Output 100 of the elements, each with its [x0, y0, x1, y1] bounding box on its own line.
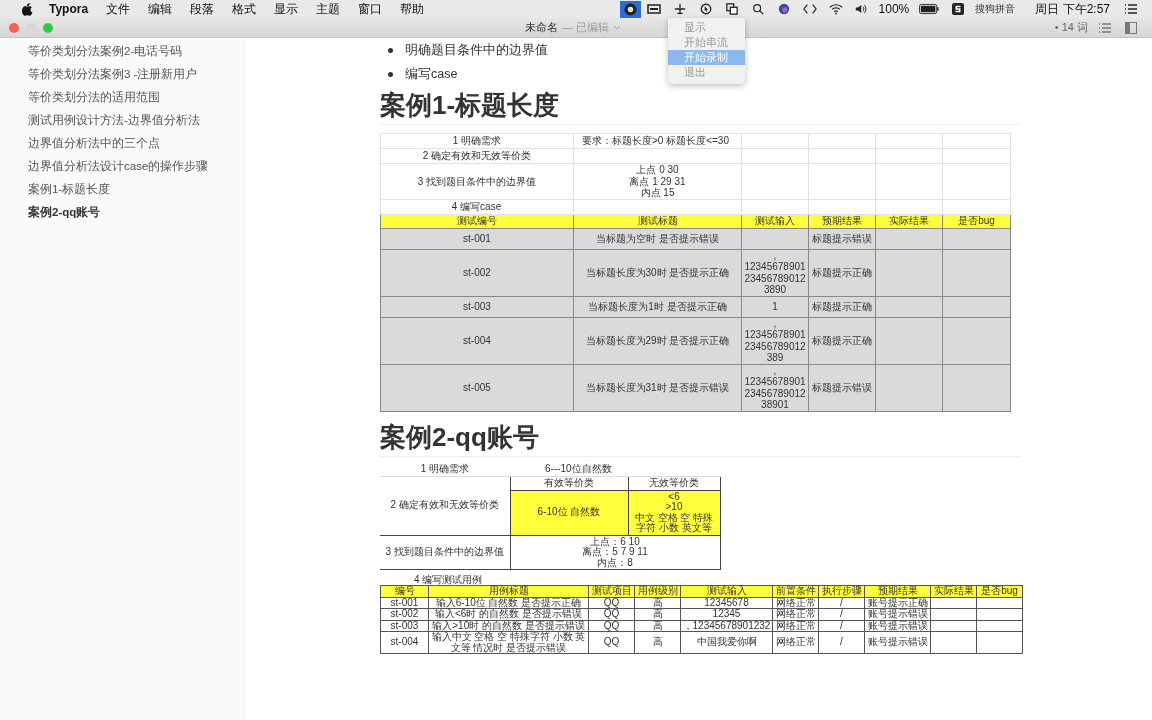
- cursor-circle-icon[interactable]: [698, 3, 713, 15]
- table-cell: 账号提示正确: [864, 597, 931, 609]
- table-cell: QQ: [588, 597, 635, 609]
- table-cell: 要求：标题长度>0 标题长度<=30: [573, 133, 742, 149]
- outline-item[interactable]: 测试用例设计方法-边界值分析法: [0, 109, 244, 132]
- siri-icon[interactable]: [776, 3, 791, 15]
- table-cell: 输入中文 空格 空 特殊字符 小数 英文等 情况时 是否提示错误: [428, 631, 589, 654]
- table-cell: 上点 0 30 离点 1 29 31 内点 15: [573, 163, 742, 199]
- table-cell: 高: [634, 597, 681, 609]
- volume-icon[interactable]: [854, 3, 869, 15]
- table-cell: 当标题长度为29时 是否提示正确: [573, 317, 742, 364]
- table-cell: 6---10位自然数: [510, 462, 720, 476]
- display-icon[interactable]: [646, 3, 661, 15]
- table-cell: 标题提示错误: [808, 364, 876, 411]
- table-cell: st-003: [380, 296, 574, 317]
- heading: 案例2-qq账号: [380, 421, 1020, 457]
- table-cell: 2 确定有效和无效等价类: [380, 148, 574, 164]
- table-cell: 高: [634, 608, 681, 620]
- table-cell: 网络正常: [772, 608, 819, 620]
- code-icon[interactable]: [802, 3, 817, 15]
- table-cell: /: [818, 631, 865, 654]
- table-header-cell: 无效等价类: [628, 476, 720, 490]
- table-header-cell: 执行步骤: [818, 585, 865, 597]
- menu-item[interactable]: 主题: [316, 0, 341, 18]
- outline-item[interactable]: 等价类划分法案例3 -注册新用户: [0, 63, 244, 86]
- table-cell: /: [818, 620, 865, 632]
- table-header-cell: 用例标题: [428, 585, 589, 597]
- table-cell: 账号提示错误: [864, 620, 931, 632]
- table-cell: 高: [634, 620, 681, 632]
- outline-item[interactable]: 边界值分析法中的三个点: [0, 132, 244, 155]
- table-cell: 网络正常: [772, 597, 819, 609]
- outline-item[interactable]: 等价类划分法案例2-电话号码: [0, 40, 244, 63]
- table-cell: st-004: [380, 317, 574, 364]
- table-header-cell: 有效等价类: [510, 476, 628, 490]
- table-cell: /: [818, 597, 865, 609]
- table-cell: 网络正常: [772, 631, 819, 654]
- search-icon[interactable]: [750, 3, 765, 15]
- window-title: 未命名: [525, 20, 558, 35]
- table-cell: st-002: [380, 249, 574, 296]
- table-cell: 当标题长度为31时 是否提示错误: [573, 364, 742, 411]
- table-cell: <6 >10 中文 空格 空 特殊字符 小数 英文等: [628, 490, 720, 535]
- table-cell: st-001: [380, 228, 574, 249]
- table-cell: 标题提示正确: [808, 249, 876, 296]
- menu-item[interactable]: 编辑: [148, 0, 173, 18]
- word-count[interactable]: • 14 词: [1054, 20, 1088, 35]
- table-cell: , 12345678901 23456789012 3890: [741, 249, 809, 296]
- battery-icon[interactable]: [919, 3, 940, 15]
- list-item: 编写case: [405, 65, 458, 83]
- table-cell: 上点：6 10 离点：5 7 9 11 内点：8: [510, 535, 720, 570]
- table-cell: , 12345678901 23456789012 38901: [741, 364, 809, 411]
- table-cell: 12345678: [680, 597, 773, 609]
- outline-item[interactable]: 案例1-标题长度: [0, 178, 244, 201]
- menu-item[interactable]: 显示: [274, 0, 299, 18]
- table-cell: st-001: [380, 597, 429, 609]
- bullet-icon: [388, 71, 393, 77]
- copy-icon[interactable]: [724, 3, 739, 15]
- table-cell: 输入6-10位 自然数 是否提示正确: [428, 597, 589, 609]
- table-cell: 4 编写case: [380, 199, 574, 214]
- table-cell: QQ: [588, 608, 635, 620]
- menu-item[interactable]: 窗口: [358, 0, 383, 18]
- table-cell: 1 明确需求: [380, 462, 510, 476]
- menu-item[interactable]: 段落: [190, 0, 215, 18]
- list-item: 明确题目条件中的边界值: [405, 41, 548, 59]
- table-cell: 3 找到题目条件中的边界值: [380, 535, 510, 570]
- recorder-icon[interactable]: [619, 0, 641, 18]
- menu-item[interactable]: 帮助: [400, 0, 425, 18]
- table-header-cell: 编号: [380, 585, 429, 597]
- outline-item[interactable]: 边界值分析法设计case的操作步骤: [0, 155, 244, 178]
- table-header-cell: 用例级别: [634, 585, 681, 597]
- apple-icon[interactable]: [22, 2, 33, 16]
- wifi-icon[interactable]: [828, 3, 843, 15]
- list-icon[interactable]: [1124, 3, 1138, 15]
- table-header-cell: 实际结果: [930, 585, 977, 597]
- table-cell: 当标题长度为30时 是否提示正确: [573, 249, 742, 296]
- table-cell: 账号提示错误: [864, 608, 931, 620]
- input-method[interactable]: 搜狗拼音: [975, 2, 1016, 16]
- outline-item[interactable]: 案例2-qq账号: [0, 201, 244, 224]
- table-cell: ，12345678901232: [680, 620, 773, 632]
- table-header-cell: 测试输入: [680, 585, 773, 597]
- table-cell: 输入<6时 的自然数 是否提示错误: [428, 608, 589, 620]
- table-header-cell: 预期结果: [864, 585, 931, 597]
- table-cell: 1 明确需求: [380, 133, 574, 149]
- table-cell: 标题提示正确: [808, 317, 876, 364]
- table-cell: 12345: [680, 608, 773, 620]
- table-cell: , 12345678901 23456789012 389: [741, 317, 809, 364]
- table-cell: st-003: [380, 620, 429, 632]
- table-cell: /: [818, 608, 865, 620]
- table-cell: 3 找到题目条件中的边界值: [380, 163, 574, 199]
- app-menu[interactable]: Typora: [49, 2, 89, 16]
- outline-item[interactable]: 等价类划分法的适用范围: [0, 86, 244, 109]
- battery-percent: 100%: [878, 2, 910, 16]
- sogou-icon[interactable]: [951, 3, 966, 15]
- menu-clock[interactable]: 周日 下午2:57: [1035, 0, 1110, 18]
- table-cell: 网络正常: [772, 620, 819, 632]
- sidebar-icon[interactable]: [1124, 21, 1138, 34]
- menu-item[interactable]: 文件: [106, 0, 131, 18]
- menu-item[interactable]: 格式: [232, 0, 257, 18]
- table-cell: st-005: [380, 364, 574, 411]
- table-cell: QQ: [588, 620, 635, 632]
- table-header-cell: 测试项目: [588, 585, 635, 597]
